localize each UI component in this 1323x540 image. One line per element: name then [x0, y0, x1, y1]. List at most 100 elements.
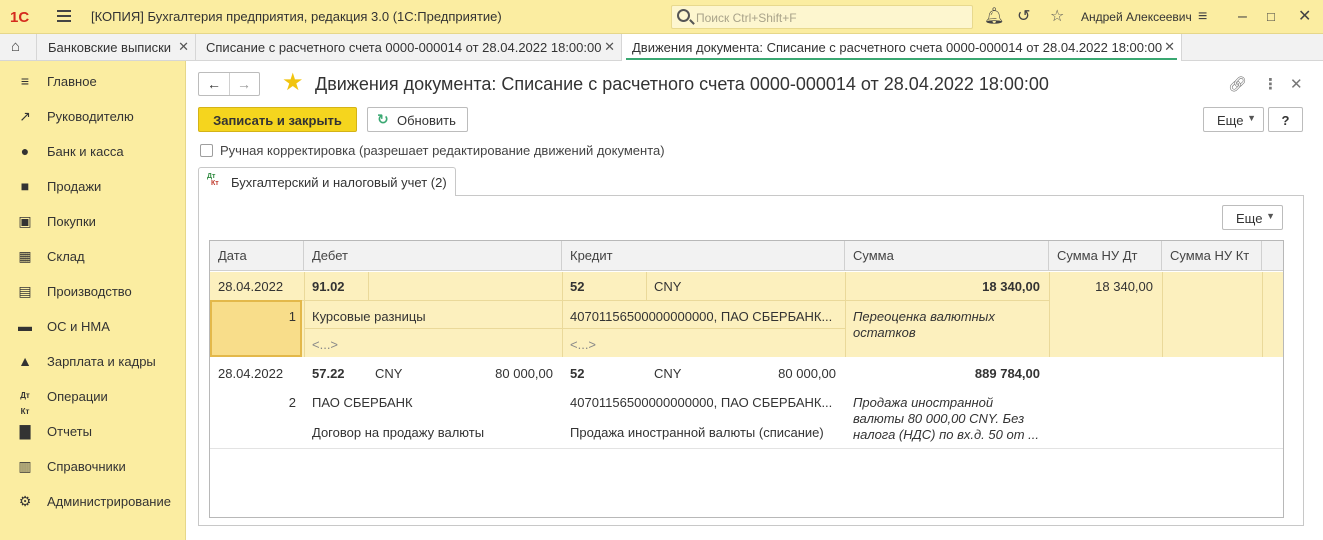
help-button[interactable]: ?	[1268, 107, 1303, 132]
user-name[interactable]: Андрей Алексеевич	[1081, 10, 1192, 24]
truck-icon: ▬	[18, 318, 32, 334]
sidebar-item-label: Отчеты	[47, 424, 92, 439]
entries-table[interactable]: Дата Дебет Кредит Сумма Сумма НУ Дт Сумм…	[209, 240, 1284, 518]
coin-icon: ●	[20, 143, 30, 159]
search-input[interactable]: Поиск Ctrl+Shift+F	[671, 5, 973, 29]
refresh-button[interactable]: ↻ Обновить	[367, 107, 468, 132]
row1-credit-subconto2: <...>	[570, 337, 597, 352]
row2-credit-subconto1: 40701156500000000000, ПАО СБЕРБАНК...	[570, 395, 833, 410]
book-icon: ▥	[18, 458, 32, 474]
row1-nu-dt: 18 340,00	[1095, 279, 1153, 294]
sidebar-item-production[interactable]: ▤ Производство	[0, 275, 186, 310]
row2-credit-currency: CNY	[654, 366, 682, 381]
dt-kt-icon: Дт Кт	[207, 173, 219, 187]
home-tab[interactable]: ⌂	[0, 34, 37, 60]
column-header-debit[interactable]: Дебет	[304, 241, 562, 271]
tab-document-movements[interactable]: Движения документа: Списание с расчетног…	[622, 34, 1182, 61]
sidebar-item-label: Производство	[47, 284, 132, 299]
forward-arrow-icon[interactable]: →	[237, 76, 251, 92]
warehouse-icon: ▦	[18, 248, 32, 264]
row2-date: 28.04.2022	[218, 366, 284, 381]
sidebar-item-administration[interactable]: ⚙ Администрирование	[0, 485, 186, 520]
tab-accounting-label: Бухгалтерский и налоговый учет (2)	[231, 175, 447, 190]
sidebar-item-label: Склад	[47, 249, 85, 264]
sidebar: ≡ Главное ↗ Руководителю ● Банк и касса ■ Пр…	[0, 61, 186, 540]
favorite-star-icon[interactable]: ★	[282, 70, 304, 96]
tab-bank-statements[interactable]: Банковские выписки ✕	[38, 34, 196, 60]
tab-label: Списание с расчетного счета 0000-000014 …	[206, 40, 602, 55]
history-icon[interactable]: ↺	[1017, 8, 1030, 26]
column-header-nu-kt[interactable]: Сумма НУ Кт	[1162, 241, 1262, 271]
column-header-nu-dt[interactable]: Сумма НУ Дт	[1049, 241, 1162, 271]
sidebar-item-label: Продажи	[47, 179, 102, 194]
grid-more-button[interactable]: Еще ▼	[1222, 205, 1283, 230]
sidebar-item-manager[interactable]: ↗ Руководителю	[0, 100, 186, 135]
table-header: Дата Дебет Кредит Сумма Сумма НУ Дт Сумм…	[210, 241, 1283, 271]
tab-label: Движения документа: Списание с расчетног…	[632, 40, 1163, 55]
row1-debit-subconto1: Курсовые разницы	[312, 309, 426, 324]
row-divider	[210, 448, 1283, 449]
tab-write-off-document[interactable]: Списание с расчетного счета 0000-000014 …	[196, 34, 622, 60]
close-icon[interactable]: ✕	[604, 39, 615, 55]
row1-number: 1	[288, 309, 296, 324]
sidebar-item-sales[interactable]: ■ Продажи	[0, 170, 186, 205]
close-window-icon[interactable]: ✕	[1298, 8, 1311, 26]
sidebar-item-label: ОС и НМА	[47, 319, 110, 334]
star-outline-icon[interactable]: ☆	[1050, 8, 1064, 26]
home-icon: ⌂	[11, 38, 21, 55]
row1-debit-subconto2: <...>	[312, 337, 339, 352]
more-vertical-icon[interactable]: ⋮	[1263, 75, 1278, 93]
row1-credit-currency: CNY	[654, 279, 682, 294]
sidebar-item-fixed-assets[interactable]: ▬ ОС и НМА	[0, 310, 186, 345]
cart-icon: ▣	[18, 213, 32, 229]
column-header-credit[interactable]: Кредит	[562, 241, 845, 271]
logo-text: 1С	[10, 9, 30, 26]
manual-adjust-checkbox[interactable]	[200, 144, 213, 157]
title-bar: 1С [КОПИЯ] Бухгалтерия предприятия, реда…	[0, 0, 1323, 34]
row1-content: Переоценка валютных остатков	[853, 309, 995, 340]
row1-credit-account: 52	[570, 279, 585, 294]
back-arrow-icon[interactable]: ←	[207, 76, 221, 92]
settings-menu-icon[interactable]: ≡	[1198, 8, 1207, 26]
row1-amount: 18 340,00	[982, 279, 1040, 294]
maximize-icon[interactable]: □	[1267, 8, 1275, 26]
sidebar-item-directories[interactable]: ▥ Справочники	[0, 450, 186, 485]
sidebar-item-salary[interactable]: ▲ Зарплата и кадры	[0, 345, 186, 380]
row1-date: 28.04.2022	[218, 279, 284, 294]
sidebar-item-operations[interactable]: Дт Кт Операции	[0, 380, 186, 416]
sidebar-item-purchases[interactable]: ▣ Покупки	[0, 205, 186, 240]
column-header-date[interactable]: Дата	[210, 241, 304, 271]
page-title: Движения документа: Списание с расчетног…	[315, 74, 1049, 94]
save-and-close-button[interactable]: Записать и закрыть	[198, 107, 357, 132]
app-title: [КОПИЯ] Бухгалтерия предприятия, редакци…	[91, 9, 502, 24]
close-icon[interactable]: ✕	[1164, 39, 1175, 55]
row2-credit-account: 52	[570, 366, 585, 381]
sidebar-item-warehouse[interactable]: ▦ Склад	[0, 240, 186, 275]
bar-chart-icon: ▇	[19, 423, 31, 439]
sidebar-item-reports[interactable]: ▇ Отчеты	[0, 415, 186, 450]
sidebar-item-label: Руководителю	[47, 109, 134, 124]
close-form-icon[interactable]: ✕	[1290, 75, 1303, 93]
manual-adjust-label[interactable]: Ручная корректировка (разрешает редактир…	[220, 143, 665, 158]
row2-content: Продажа иностранной валюты 80 000,00 CNY…	[853, 395, 1039, 442]
row2-debit-account: 57.22	[312, 366, 345, 381]
gear-icon: ⚙	[18, 493, 32, 509]
column-header-amount[interactable]: Сумма	[845, 241, 1049, 271]
sidebar-item-bank[interactable]: ● Банк и касса	[0, 135, 186, 170]
row2-debit-currency: CNY	[375, 366, 403, 381]
row2-debit-subconto1: ПАО СБЕРБАНК	[312, 395, 413, 410]
minimize-icon[interactable]: –	[1238, 8, 1247, 26]
sidebar-item-main[interactable]: ≡ Главное	[0, 65, 186, 100]
link-icon[interactable]: 🔗︎	[1228, 75, 1247, 93]
more-button[interactable]: Еще ▼	[1203, 107, 1264, 132]
row2-debit-currency-amount: 80 000,00	[495, 366, 553, 381]
chevron-down-icon: ▼	[1247, 113, 1256, 123]
tab-accounting[interactable]: Дт Кт Бухгалтерский и налоговый учет (2)	[198, 167, 456, 196]
more-label: Еще	[1217, 113, 1244, 128]
main-menu-icon[interactable]	[57, 10, 71, 22]
close-icon[interactable]: ✕	[178, 39, 189, 55]
app-logo[interactable]: 1С	[10, 9, 29, 26]
sidebar-item-label: Банк и касса	[47, 144, 124, 159]
search-icon	[677, 9, 690, 22]
bell-icon[interactable]: 🔔︎	[984, 8, 1004, 26]
